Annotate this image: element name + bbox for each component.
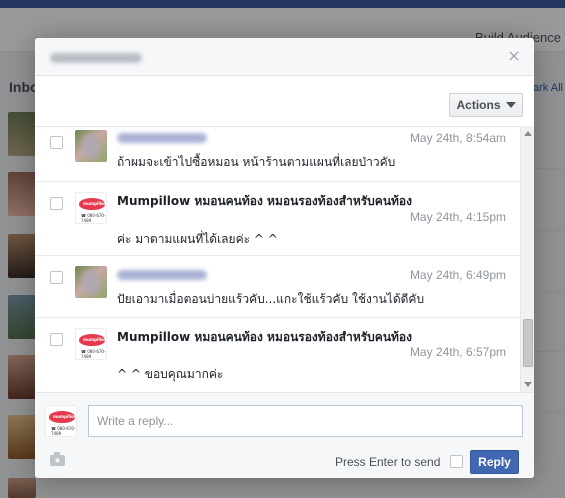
message-time: May 24th, 6:49pm: [409, 268, 506, 282]
press-enter-label: Press Enter to send: [335, 455, 441, 469]
logo-phone: ☎ 080-670-7489: [51, 426, 76, 436]
message-thread: May 24th, 8:54am ถ้าผมจะเข้าไปซื้อหมอน ห…: [35, 126, 534, 392]
message-time: May 24th, 6:57pm: [409, 345, 506, 359]
message-checkbox[interactable]: [50, 333, 63, 346]
conversation-dialog: × Actions May 24th, 8:54am ถ้าผมจะเข้าไป…: [35, 38, 534, 478]
message-text: ถ้าผมจะเข้าไปซื้อหมอน หน้าร้านตามแผนที่เ…: [117, 155, 396, 169]
sender-name[interactable]: Mumpillow หมอนคนท้อง หมอนรองท้องสำหรับคน…: [117, 192, 412, 211]
camera-icon[interactable]: [50, 452, 65, 466]
actions-dropdown-button[interactable]: Actions: [449, 93, 523, 117]
thread-scrollbar[interactable]: [520, 126, 534, 392]
message-checkbox[interactable]: [50, 271, 63, 284]
logo-brand: mumpillow: [83, 337, 107, 342]
close-icon[interactable]: ×: [506, 48, 522, 64]
dialog-header: ×: [35, 38, 534, 76]
sender-name-redacted[interactable]: [117, 133, 207, 143]
reply-input[interactable]: [88, 405, 523, 437]
message-item: May 24th, 6:49pm ปัยเอามาเมื่อตอนบ่ายแร้…: [35, 256, 520, 318]
message-item: mumpillow ☎ 080-670-7489 Mumpillow หมอนค…: [35, 318, 520, 392]
actions-label: Actions: [456, 98, 501, 112]
avatar[interactable]: [75, 266, 107, 298]
logo-brand: mumpillow: [83, 201, 107, 206]
sender-name-redacted[interactable]: [117, 270, 207, 280]
sender-name[interactable]: Mumpillow หมอนคนท้อง หมอนรองท้องสำหรับคน…: [117, 328, 412, 347]
message-time: May 24th, 8:54am: [409, 131, 506, 145]
message-text: ปัยเอามาเมื่อตอนบ่ายแร้วคับ...แกะใช้แร้ว…: [117, 292, 425, 306]
message-item: May 24th, 8:54am ถ้าผมจะเข้าไปซื้อหมอน ห…: [35, 127, 520, 182]
avatar[interactable]: [75, 130, 107, 162]
message-text: ^ ^ ขอบคุณมากค่ะ: [117, 367, 224, 381]
caret-down-icon: [505, 102, 516, 108]
message-text: ค่ะ มาตามแผนที่ได้เลยค่ะ ^ ^: [117, 232, 278, 246]
page-avatar[interactable]: mumpillow ☎ 080-670-7489: [75, 192, 107, 224]
message-time: May 24th, 4:15pm: [409, 210, 506, 224]
message-item: mumpillow ☎ 080-670-7489 Mumpillow หมอนค…: [35, 182, 520, 256]
logo-brand: mumpillow: [53, 414, 77, 419]
scrollbar-thumb[interactable]: [523, 319, 533, 367]
page-avatar: mumpillow ☎ 080-670-7489: [45, 405, 77, 437]
logo-phone: ☎ 080-670-7489: [81, 349, 106, 359]
message-checkbox[interactable]: [50, 197, 63, 210]
reply-composer: mumpillow ☎ 080-670-7489 Press Enter to …: [35, 392, 534, 478]
scroll-down-arrow-icon[interactable]: [524, 382, 532, 387]
dialog-title-redacted: [50, 53, 142, 63]
press-enter-checkbox[interactable]: [450, 455, 463, 468]
message-checkbox[interactable]: [50, 136, 63, 149]
page-avatar[interactable]: mumpillow ☎ 080-670-7489: [75, 328, 107, 360]
reply-button[interactable]: Reply: [470, 450, 519, 474]
logo-phone: ☎ 080-670-7489: [81, 213, 106, 223]
scroll-up-arrow-icon[interactable]: [524, 131, 532, 136]
